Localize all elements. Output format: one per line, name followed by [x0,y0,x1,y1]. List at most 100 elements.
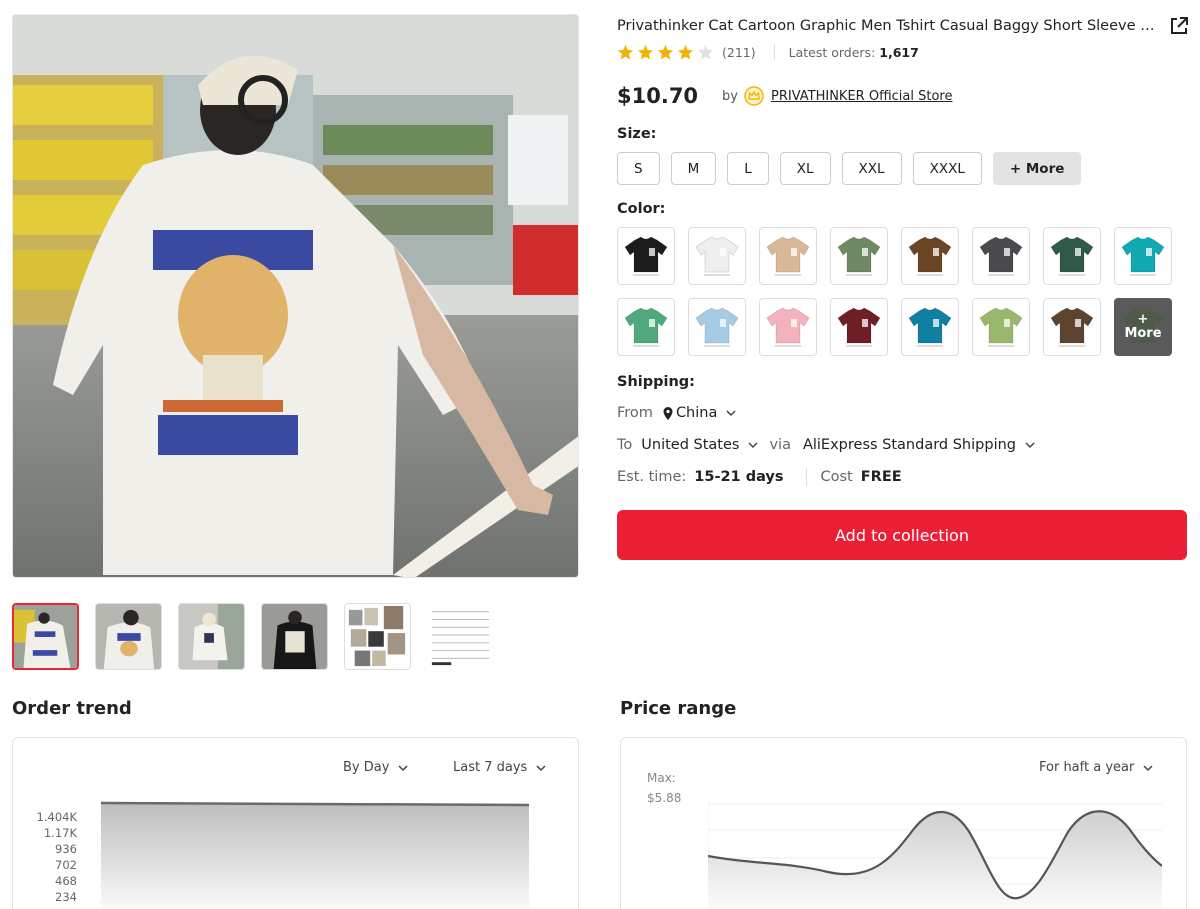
max-value: $5.88 [647,791,682,805]
size-more-button[interactable]: + More [992,152,1082,185]
store-link[interactable]: PRIVATHINKER Official Store [771,89,952,104]
divider [773,44,775,60]
color-swatch[interactable] [1043,227,1101,285]
chevron-down-icon [1143,764,1153,771]
color-more-button[interactable]: + More [1114,298,1172,356]
product-price: $10.70 [617,84,699,108]
size-option-xxxl[interactable]: XXXL [912,152,982,185]
color-swatch[interactable] [901,298,959,356]
more-label: More [1124,326,1162,341]
price-area [708,811,1162,909]
y-tick: 702 [55,858,77,872]
color-swatch[interactable] [830,227,888,285]
chevron-down-icon [536,764,546,771]
tshirt-icon [695,236,739,276]
color-swatch[interactable] [972,298,1030,356]
to-country-select[interactable]: United States [641,437,739,453]
size-option-xl[interactable]: XL [779,152,831,185]
group-by-select[interactable]: By Day [343,760,409,775]
price-range-card: For haft a year Max: $5.88 [620,737,1187,909]
product-title: Privathinker Cat Cartoon Graphic Men Tsh… [617,18,1157,34]
color-swatch[interactable] [1043,298,1101,356]
size-option-m[interactable]: M [670,152,717,185]
color-swatch[interactable] [688,298,746,356]
color-swatch[interactable] [688,227,746,285]
external-link-icon[interactable] [1169,16,1189,36]
est-time-value: 15-21 days [694,469,784,485]
size-option-l[interactable]: L [727,152,769,185]
tshirt-icon [979,236,1023,276]
location-pin-icon [663,406,673,420]
chevron-down-icon[interactable] [1024,439,1036,451]
shipping-method-select[interactable]: AliExpress Standard Shipping [803,437,1016,453]
crown-icon [744,86,764,106]
star-icon [637,44,654,59]
tshirt-icon [908,307,952,347]
color-swatch[interactable] [617,298,675,356]
from-country-select[interactable]: China [676,405,717,421]
thumbnail[interactable] [344,603,411,670]
thumbnail[interactable] [12,603,79,670]
tshirt-icon [766,307,810,347]
tshirt-icon [837,307,881,347]
y-tick: 468 [55,874,77,888]
chevron-down-icon[interactable] [747,439,759,451]
est-time-label: Est. time: [617,469,687,485]
to-label: To [617,437,633,453]
shipping-to-row: To United States via AliExpress Standard… [617,436,1189,454]
star-empty-icon [697,44,714,59]
latest-orders: Latest orders: 1,617 [788,44,919,60]
color-swatch[interactable] [759,227,817,285]
y-tick: 1.17K [43,826,77,840]
size-option-xxl[interactable]: XXL [841,152,902,185]
rating-stars [617,44,714,61]
cost-label: Cost [820,469,853,485]
order-trend-card: By Day Last 7 days 1.404K 1.17K 936 702 … [12,737,579,909]
tshirt-icon [695,307,739,347]
tshirt-icon [1121,236,1165,276]
add-to-collection-button[interactable]: Add to collection [617,510,1187,560]
color-options: + More [617,227,1189,356]
star-icon [617,44,634,59]
color-swatch[interactable] [901,227,959,285]
tshirt-icon [908,236,952,276]
chevron-down-icon[interactable] [725,407,737,419]
chevron-down-icon [398,764,408,771]
period-select[interactable]: Last 7 days [453,760,547,775]
color-swatch[interactable] [1114,227,1172,285]
trend-area [101,803,529,909]
main-product-image[interactable] [12,14,579,578]
size-label: Size: [617,126,657,142]
rating-count: (211) [722,44,756,60]
divider [805,468,807,486]
y-tick: 234 [55,890,77,904]
order-trend-chart [99,801,531,909]
tshirt-icon [624,307,668,347]
thumbnail[interactable] [427,603,494,670]
price-period-select[interactable]: For haft a year [1039,760,1154,775]
color-swatch[interactable] [759,298,817,356]
thumbnail[interactable] [178,603,245,670]
size-option-s[interactable]: S [617,152,660,185]
shipping-estimate-row: Est. time: 15-21 days Cost FREE [617,468,1189,486]
color-swatch[interactable] [617,227,675,285]
tshirt-icon [766,236,810,276]
thumbnail-strip [12,603,494,670]
more-plus: + [1137,312,1149,327]
thumbnail[interactable] [95,603,162,670]
rating-row: (211) Latest orders: 1,617 [617,42,1189,62]
product-info-panel: Privathinker Cat Cartoon Graphic Men Tsh… [617,14,1189,560]
tshirt-icon [624,236,668,276]
tshirt-icon [1050,307,1094,347]
price-range-title: Price range [620,698,737,719]
max-label: Max: [647,771,676,785]
thumbnail[interactable] [261,603,328,670]
y-tick: 936 [55,842,77,856]
star-icon [677,44,694,59]
color-swatch[interactable] [830,298,888,356]
color-swatch[interactable] [972,227,1030,285]
via-label: via [769,437,791,453]
y-tick: 1.404K [36,810,77,824]
tshirt-icon [979,307,1023,347]
size-options: S M L XL XXL XXXL + More [617,152,1189,185]
